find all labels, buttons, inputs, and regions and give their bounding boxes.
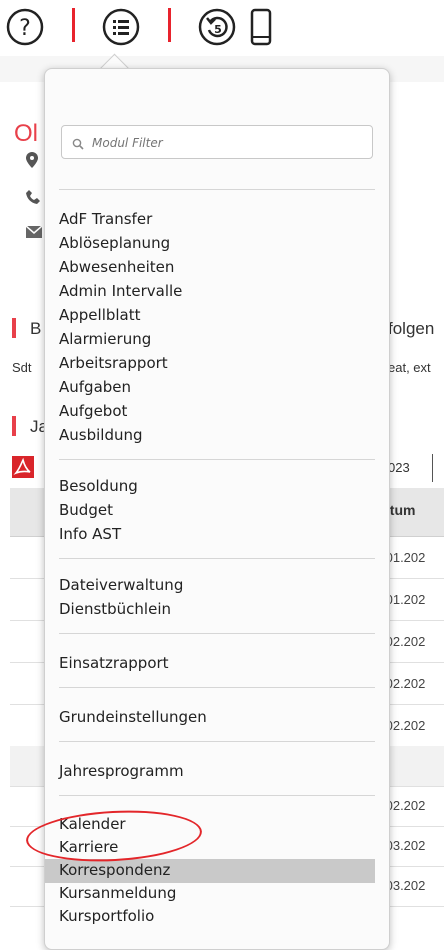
menu-item-budget[interactable]: Budget [45, 499, 375, 523]
module-filter-input[interactable] [90, 132, 364, 154]
menu-list-icon[interactable] [100, 6, 142, 52]
menu-item-abwesenheiten[interactable]: Abwesenheiten [45, 256, 375, 280]
menu-item-info-ast[interactable]: Info AST [45, 523, 375, 547]
menu-item-adf-transfer[interactable]: AdF Transfer [45, 208, 375, 232]
mail-icon [25, 224, 43, 242]
svg-text:?: ? [19, 16, 31, 41]
menu-item-admin-intervalle[interactable]: Admin Intervalle [45, 280, 375, 304]
menu-item-jahresprogramm[interactable]: Jahresprogramm [45, 760, 375, 784]
menu-divider [59, 558, 375, 559]
info-text: Sdt [12, 360, 32, 375]
pdf-icon[interactable] [12, 456, 34, 482]
menu-item-grundeinstellungen[interactable]: Grundeinstellungen [45, 706, 375, 730]
svg-text:5: 5 [214, 23, 222, 36]
menu-divider [59, 633, 375, 634]
menu-item-kalender[interactable]: Kalender [45, 813, 375, 837]
menu-item-abloeseplanung[interactable]: Ablöseplanung [45, 232, 375, 256]
menu-item-dateiverwaltung[interactable]: Dateiverwaltung [45, 574, 375, 598]
menu-item-arbeitsrapport[interactable]: Arbeitsrapport [45, 352, 375, 376]
menu-item-aufgaben[interactable]: Aufgaben [45, 376, 375, 400]
module-filter[interactable] [61, 125, 373, 159]
phone-icon [26, 190, 40, 208]
section-heading: B [30, 319, 42, 338]
section-marker [12, 416, 16, 436]
menu-divider [59, 189, 375, 190]
menu-divider [59, 741, 375, 742]
menu-item-korrespondenz[interactable]: Korrespondenz [45, 859, 375, 883]
section-marker [12, 318, 16, 338]
menu-item-kursanmeldung[interactable]: Kursanmeldung [45, 882, 375, 906]
page-title: Ol [14, 120, 38, 147]
history-icon[interactable]: 5 [196, 6, 238, 52]
module-menu: AdF Transfer Ablöseplanung Abwesenheiten… [44, 68, 390, 950]
menu-item-kursportfolio[interactable]: Kursportfolio [45, 905, 375, 929]
divider [432, 454, 433, 482]
menu-divider [59, 459, 375, 460]
search-icon [72, 135, 84, 154]
menu-item-einsatzrapport[interactable]: Einsatzrapport [45, 652, 375, 676]
toolbar-separator [168, 8, 171, 42]
menu-item-aufgebot[interactable]: Aufgebot [45, 400, 375, 424]
help-icon[interactable]: ? [4, 6, 46, 52]
info-text-tail: eat, ext [388, 360, 431, 375]
location-icon [26, 152, 38, 172]
menu-divider [59, 687, 375, 688]
menu-item-karriere[interactable]: Karriere [45, 836, 375, 860]
top-toolbar: ? 5 [0, 0, 444, 56]
menu-item-appellblatt[interactable]: Appellblatt [45, 304, 375, 328]
year-selector[interactable]: 023 [388, 460, 410, 475]
section-heading-tail: folgen [388, 319, 435, 338]
menu-item-ausbildung[interactable]: Ausbildung [45, 424, 375, 448]
menu-item-alarmierung[interactable]: Alarmierung [45, 328, 375, 352]
menu-item-dienstbuechlein[interactable]: Dienstbüchlein [45, 598, 375, 622]
mobile-icon[interactable] [248, 6, 274, 52]
menu-item-besoldung[interactable]: Besoldung [45, 475, 375, 499]
menu-divider [59, 795, 375, 796]
toolbar-separator [72, 8, 75, 42]
